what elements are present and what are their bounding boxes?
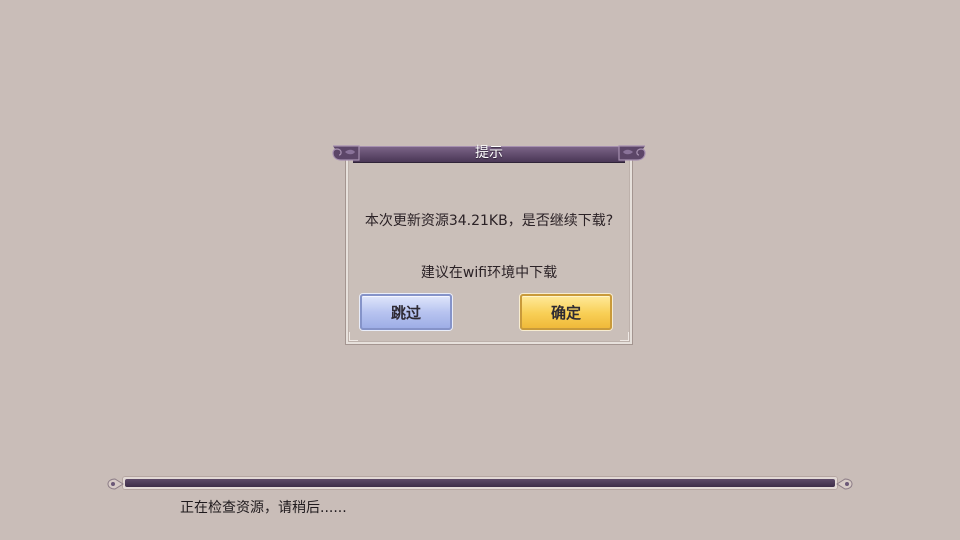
progress-track — [122, 476, 838, 490]
skip-button[interactable]: 跳过 — [360, 294, 452, 330]
game-screen: 提示 本次更新资源34.21KB，是否继续下载? 建议在wifi环境中下载 跳过… — [0, 0, 960, 540]
progress-end-ornament-icon — [107, 478, 124, 490]
dialog-title-bar: 提示 — [331, 142, 647, 164]
dialog-corner-ornament — [620, 332, 629, 341]
progress-fill — [125, 479, 835, 487]
dialog-subtext: 建议在wifi环境中下载 — [420, 265, 558, 281]
loading-status-text: 正在检查资源，请稍后...... — [180, 500, 347, 516]
progress-end-ornament-icon — [836, 478, 853, 490]
loading-progress-bar — [106, 474, 854, 494]
dialog-corner-ornament — [349, 332, 358, 341]
dialog-message: 本次更新资源34.21KB，是否继续下载? — [364, 213, 614, 229]
confirm-button[interactable]: 确定 — [520, 294, 612, 330]
dialog-title: 提示 — [475, 145, 503, 161]
